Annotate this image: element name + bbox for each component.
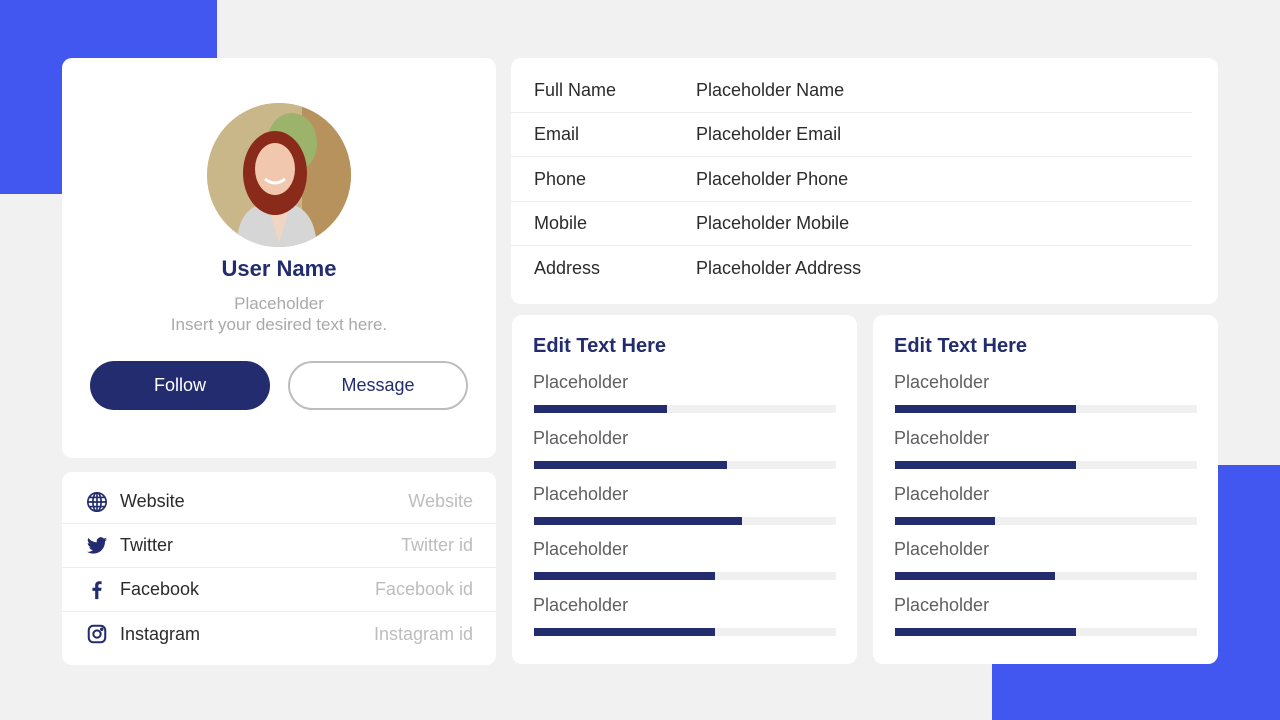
progress-track [534, 628, 836, 636]
skill-item: Placeholder [533, 483, 836, 525]
skills-card-right: Edit Text Here Placeholder Placeholder Pla… [873, 315, 1218, 664]
user-subtitle-line2: Insert your desired text here. [170, 315, 388, 334]
progress-fill [534, 572, 716, 581]
progress-fill [895, 516, 995, 525]
user-subtitle-line1: Placeholder [234, 294, 324, 313]
skill-item: Placeholder [533, 539, 836, 581]
progress-fill [895, 572, 1056, 581]
progress-fill [534, 516, 743, 525]
social-label: Website [120, 491, 185, 511]
contact-info-card: Full Name Placeholder Name Email Placeho… [511, 58, 1218, 304]
progress-track [534, 460, 836, 469]
skill-label: Placeholder [533, 372, 629, 392]
skill-label: Placeholder [533, 595, 629, 615]
skill-item: Placeholder [894, 427, 1197, 469]
user-subtitle: Placeholder Insert your desired text her… [62, 293, 496, 335]
progress-track [895, 516, 1197, 525]
info-label: Full Name [534, 80, 617, 100]
social-row-website[interactable]: Website Website [62, 480, 496, 524]
skill-label: Placeholder [533, 539, 629, 560]
skill-item: Placeholder [894, 595, 1197, 636]
skill-label: Placeholder [533, 427, 629, 448]
info-value: Placeholder Mobile [696, 213, 850, 233]
info-label: Address [534, 257, 601, 278]
progress-track [534, 405, 836, 413]
skills-card-title: Edit Text Here [894, 335, 1027, 357]
skills-card-title: Edit Text Here [533, 335, 666, 357]
social-links-card: Website Website Twitter Twitter id Faceb… [62, 472, 496, 665]
social-row-facebook[interactable]: Facebook Facebook id [62, 568, 496, 612]
message-button[interactable]: Message [288, 361, 468, 410]
info-label: Phone [534, 169, 587, 189]
twitter-icon [86, 535, 108, 557]
avatar [207, 103, 351, 247]
info-label: Email [534, 124, 580, 144]
skill-label: Placeholder [894, 483, 990, 504]
info-value: Placeholder Name [696, 80, 845, 100]
skill-label: Placeholder [894, 427, 990, 448]
social-value: Instagram id [373, 623, 473, 644]
skill-item: Placeholder [533, 427, 836, 469]
skill-label: Placeholder [894, 595, 990, 615]
skill-item: Placeholder [894, 539, 1197, 581]
progress-fill [534, 628, 716, 636]
user-name: User Name [221, 256, 337, 281]
info-row-phone: Phone Placeholder Phone [511, 158, 1192, 202]
progress-track [895, 405, 1197, 413]
progress-track [895, 628, 1197, 636]
info-value: Placeholder Address [696, 257, 862, 278]
progress-track [895, 572, 1197, 581]
social-row-instagram[interactable]: Instagram Instagram id [62, 612, 496, 656]
skill-label: Placeholder [894, 539, 990, 560]
skill-item: Placeholder [533, 595, 836, 636]
social-label: Twitter [120, 535, 174, 555]
skills-card-left: Edit Text Here Placeholder Placeholder Pla… [512, 315, 857, 664]
info-row-mobile: Mobile Placeholder Mobile [511, 202, 1192, 246]
skill-item: Placeholder [894, 483, 1197, 525]
info-row-email: Email Placeholder Email [511, 113, 1192, 157]
skill-item: Placeholder [894, 372, 1197, 413]
progress-fill [895, 405, 1077, 413]
social-label: Instagram [120, 623, 201, 644]
social-row-twitter[interactable]: Twitter Twitter id [62, 524, 496, 568]
progress-track [534, 572, 836, 581]
info-label: Mobile [534, 213, 588, 233]
progress-track [534, 516, 836, 525]
info-value: Placeholder Email [696, 124, 842, 144]
social-value: Facebook id [374, 579, 473, 599]
progress-fill [534, 460, 728, 469]
skill-item: Placeholder [533, 372, 836, 413]
social-label: Facebook [120, 579, 200, 599]
info-row-full-name: Full Name Placeholder Name [511, 69, 1192, 113]
progress-fill [895, 628, 1077, 636]
progress-fill [895, 460, 1077, 469]
social-value: Twitter id [400, 535, 473, 555]
globe-icon [86, 491, 108, 513]
progress-fill [534, 405, 667, 413]
skill-label: Placeholder [533, 483, 629, 504]
facebook-icon [86, 579, 108, 601]
info-value: Placeholder Phone [696, 169, 849, 189]
user-photo-icon [207, 103, 351, 247]
progress-track [895, 460, 1197, 469]
info-row-address: Address Placeholder Address [511, 246, 1192, 290]
social-value: Website [408, 491, 473, 511]
skill-label: Placeholder [894, 372, 990, 392]
follow-button[interactable]: Follow [90, 361, 270, 410]
instagram-icon [86, 623, 108, 645]
